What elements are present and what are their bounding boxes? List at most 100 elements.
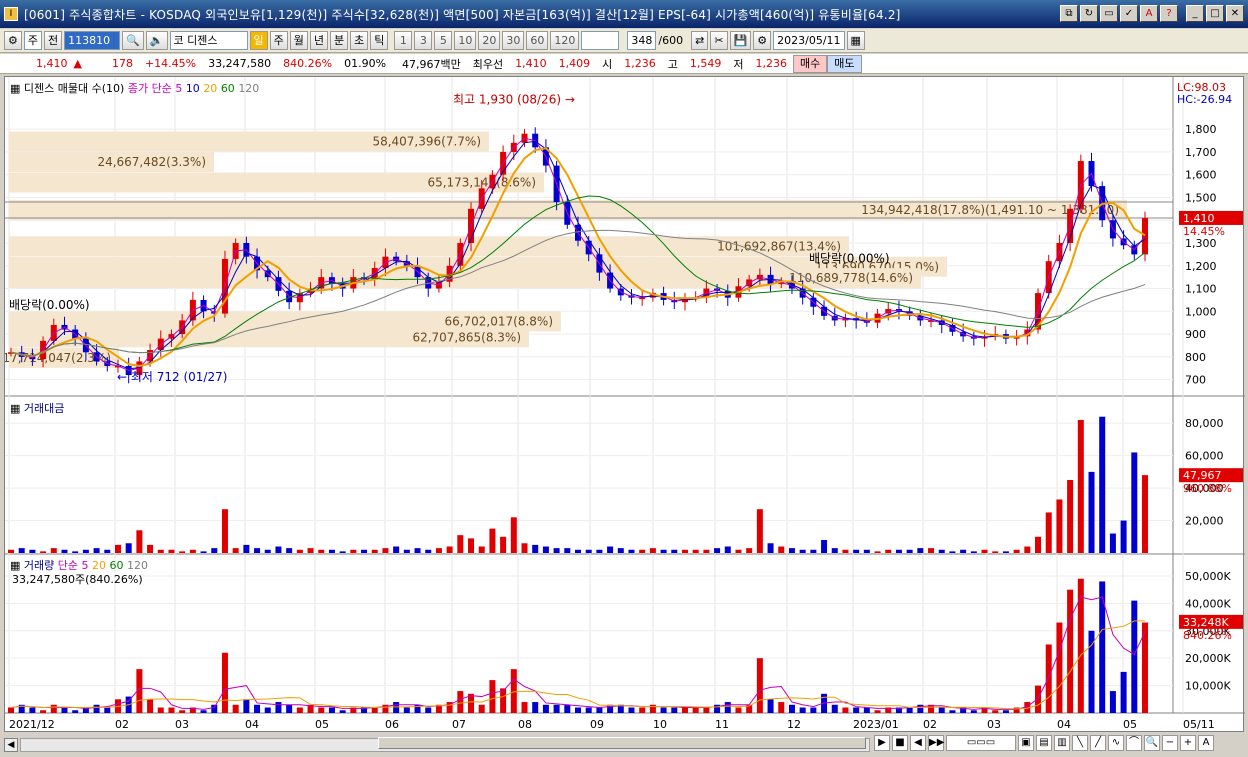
interval-3[interactable]: 3 <box>414 31 433 50</box>
speaker-icon[interactable]: 🔈 <box>145 31 168 50</box>
stock-name-field[interactable]: 코 디젠스 <box>169 31 248 50</box>
stock-code-input[interactable]: 113810 <box>64 31 121 50</box>
layout3-icon[interactable]: ▥ <box>1054 735 1070 751</box>
draw3-icon[interactable]: ∿ <box>1108 735 1124 751</box>
volume-profile-label: 24,667,482(3.3%) <box>97 155 206 169</box>
interval-5[interactable]: 5 <box>434 31 453 50</box>
amount-bar <box>114 544 121 553</box>
period-month[interactable]: 월 <box>289 31 308 50</box>
volume-bar <box>735 707 742 713</box>
help-icon[interactable]: ? <box>1160 5 1178 22</box>
amount-bar <box>917 548 924 553</box>
layout1-icon[interactable]: ▣ <box>1018 735 1034 751</box>
volume-bar <box>938 707 945 713</box>
check-icon[interactable]: ✓ <box>1120 5 1138 22</box>
draw1-icon[interactable]: ╲ <box>1072 735 1088 751</box>
x-tick-label: 05/11 <box>1183 718 1215 731</box>
period-second[interactable]: 초 <box>350 31 369 50</box>
amount-bar <box>200 551 207 553</box>
scroll-left-icon[interactable]: ◀ <box>4 738 18 752</box>
interval-20[interactable]: 20 <box>478 31 501 50</box>
interval-custom-select[interactable] <box>581 31 620 50</box>
step-back-icon[interactable]: ◀ <box>910 735 926 751</box>
plus-icon[interactable]: + <box>1180 735 1196 751</box>
minimize-button[interactable]: _ <box>1186 5 1204 22</box>
play-icon[interactable]: ▶ <box>874 735 890 751</box>
calendar-icon[interactable]: ▦ <box>846 31 865 50</box>
open-price: 1,236 <box>624 57 656 70</box>
x-tick-label: 03 <box>175 718 189 731</box>
amount-bar <box>446 546 453 553</box>
interval-120[interactable]: 120 <box>550 31 580 50</box>
settings-icon[interactable]: ⚙ <box>753 31 772 50</box>
chart-svg[interactable]: 2021/12 02 03 04 05 06 07 08 09 10 11 12 2023/01 02 03… <box>2 77 1245 733</box>
amount-bar <box>938 549 945 553</box>
buy-button[interactable]: 매수 <box>793 54 828 73</box>
volume-bar <box>564 704 571 713</box>
amount-bar <box>542 546 549 553</box>
amount-bar <box>928 548 935 553</box>
font-size-icon[interactable]: A <box>1198 735 1214 751</box>
period-year[interactable]: 년 <box>309 31 329 50</box>
volume-bar <box>393 702 400 713</box>
volume-bar <box>553 704 560 713</box>
chart-area[interactable]: 2021/12 02 03 04 05 06 07 08 09 10 11 12 2023/01 02 03… <box>2 76 1245 733</box>
amount-bar <box>29 549 36 553</box>
minus-icon[interactable]: − <box>1162 735 1178 751</box>
interval-10[interactable]: 10 <box>454 31 477 50</box>
period-week[interactable]: 주 <box>269 31 288 50</box>
refresh-icon[interactable]: ↻ <box>1080 5 1098 22</box>
amount-bar <box>350 549 357 553</box>
amount-bar <box>960 549 967 553</box>
amount-bar <box>788 548 795 553</box>
arrows-icon[interactable]: ⇄ <box>691 31 709 50</box>
volume-bar <box>681 707 688 713</box>
count-input[interactable]: 348 <box>627 31 657 50</box>
volume-bar <box>510 669 517 713</box>
layout2-icon[interactable]: ▤ <box>1036 735 1052 751</box>
search-icon[interactable]: 🔍 <box>122 31 144 50</box>
x-tick-label: 12 <box>787 718 801 731</box>
zoom-out-icon[interactable]: 🔍 <box>1144 735 1160 751</box>
volume-bar <box>1077 578 1084 713</box>
font-icon[interactable]: A <box>1140 5 1158 22</box>
volume-ma20-line <box>10 620 1145 710</box>
amount-bar <box>307 548 314 553</box>
ruler-icon[interactable]: ▭▭▭ <box>946 735 1016 751</box>
amount-bar <box>799 549 806 553</box>
period-type-select[interactable]: 주 <box>23 31 42 50</box>
volume-bar <box>1131 600 1138 713</box>
draw4-icon[interactable]: ⌒ <box>1126 735 1142 751</box>
save-icon[interactable]: 💾 <box>729 31 752 50</box>
amount-bar <box>50 548 57 553</box>
candle-body <box>1142 217 1148 255</box>
maximize-button[interactable]: □ <box>1206 5 1224 22</box>
volume-bar <box>1099 581 1106 713</box>
amount-bar <box>671 549 678 553</box>
amount-bar <box>649 548 656 553</box>
draw2-icon[interactable]: ╱ <box>1090 735 1106 751</box>
volume-bar <box>40 710 47 713</box>
interval-60[interactable]: 60 <box>526 31 549 50</box>
amount-bar <box>275 546 282 553</box>
amount-bar <box>681 549 688 553</box>
scroll-thumb[interactable] <box>378 737 866 749</box>
interval-30[interactable]: 30 <box>502 31 525 50</box>
stop-icon[interactable]: ■ <box>892 735 908 751</box>
x-tick-label: 06 <box>385 718 399 731</box>
interval-1[interactable]: 1 <box>394 31 413 50</box>
scissors-icon[interactable]: ✂ <box>710 31 728 50</box>
amount-bar <box>500 536 507 553</box>
window-icon[interactable]: ▭ <box>1100 5 1118 22</box>
sell-button[interactable]: 매도 <box>827 54 862 73</box>
link-icon[interactable]: ⧉ <box>1060 5 1078 22</box>
close-button[interactable]: ✕ <box>1226 5 1244 22</box>
y-tick-label: 1,300 <box>1185 237 1217 250</box>
period-tick[interactable]: 틱 <box>370 31 389 50</box>
period-day[interactable]: 일 <box>249 31 268 50</box>
period-minute[interactable]: 분 <box>330 31 349 50</box>
mode-button[interactable]: 전 <box>44 31 63 50</box>
fast-forward-icon[interactable]: ▶▶ <box>928 735 944 751</box>
date-input[interactable]: 2023/05/11 <box>773 31 845 50</box>
tool-icon[interactable]: ⚙ <box>4 31 22 50</box>
